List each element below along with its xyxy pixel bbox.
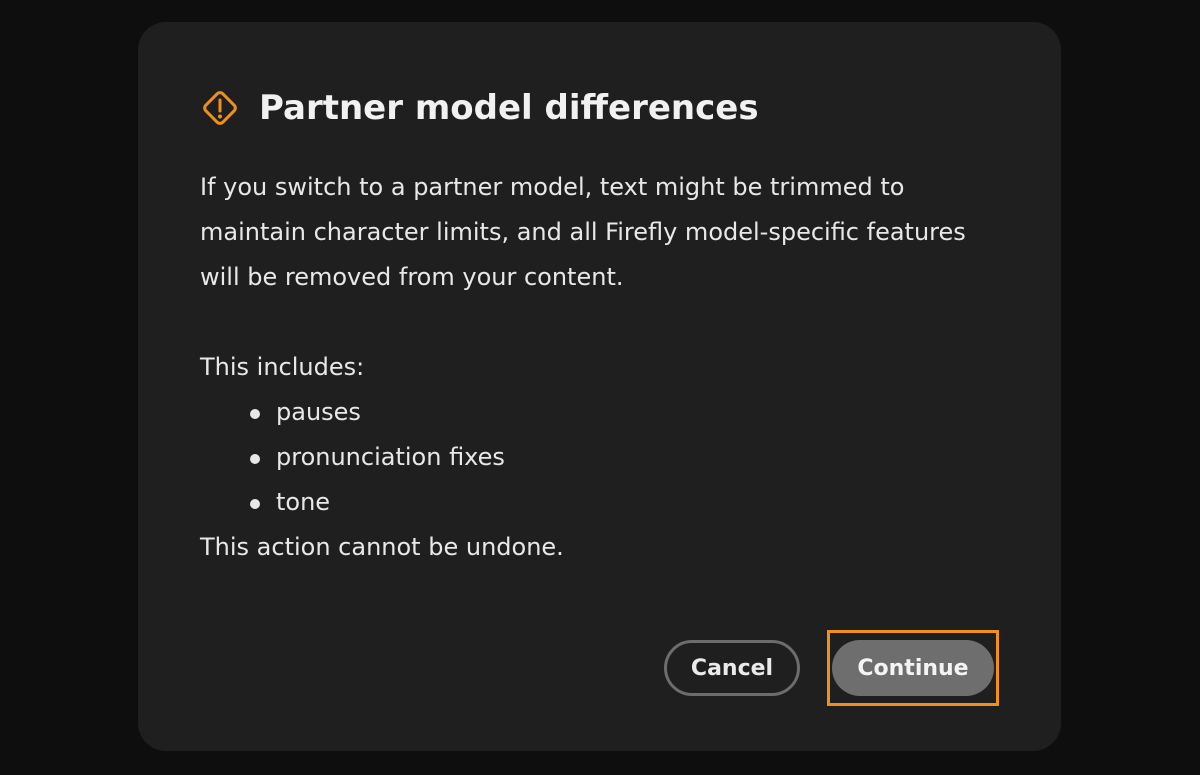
dialog-actions: Cancel Continue (664, 630, 999, 706)
warning-icon (200, 88, 240, 128)
list-item: tone (248, 480, 1000, 525)
cancel-button[interactable]: Cancel (664, 640, 800, 696)
dialog-description: If you switch to a partner model, text m… (200, 173, 966, 291)
list-item: pronunciation fixes (248, 435, 1000, 480)
dialog-header: Partner model differences (200, 88, 759, 128)
undo-warning: This action cannot be undone. (200, 533, 564, 561)
continue-highlight: Continue (827, 630, 999, 706)
list-item: pauses (248, 390, 1000, 435)
dialog-body: If you switch to a partner model, text m… (200, 165, 1000, 570)
dialog-title: Partner model differences (259, 88, 759, 128)
partner-model-dialog: Partner model differences If you switch … (138, 22, 1061, 751)
includes-label: This includes: (200, 353, 365, 381)
includes-list: pauses pronunciation fixes tone (200, 390, 1000, 525)
continue-button[interactable]: Continue (832, 640, 994, 696)
